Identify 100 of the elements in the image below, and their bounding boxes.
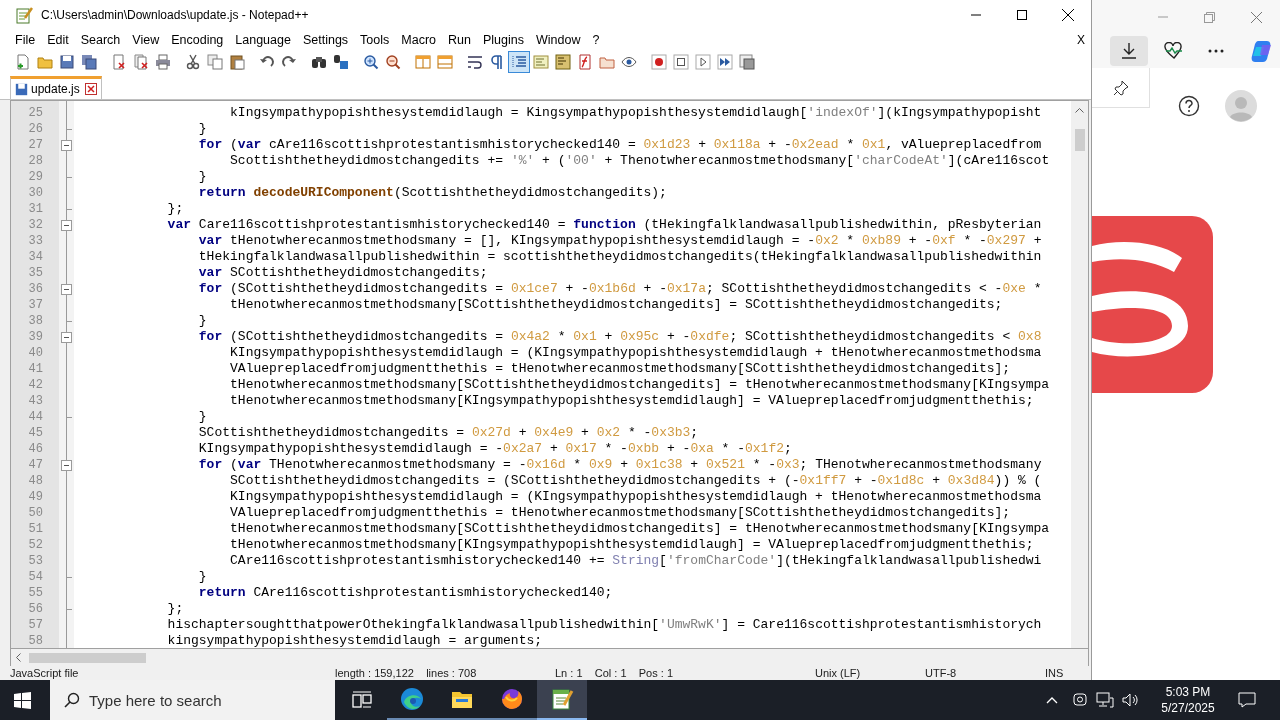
binoculars-icon xyxy=(311,54,327,70)
code-line: tHenotwherecanmostmethodsmany[KIngsympathypopishthesystemdidlaugh] = VAluepreplacedfromjudgmentthethis; xyxy=(229,393,1034,409)
code-line: KIngsympathypopishthesystemdidlaugh = (KIngsympathypopishthesystemdidlaugh + tHenotwherecanmostmethodsma xyxy=(229,345,1042,361)
save-macro-button[interactable] xyxy=(736,51,758,73)
zoom-in-icon xyxy=(363,54,379,70)
line-number: 28 xyxy=(27,153,44,169)
close-icon[interactable] xyxy=(1062,9,1074,21)
windows-start-icon[interactable] xyxy=(14,691,31,709)
menu-item[interactable]: Plugins xyxy=(476,30,530,50)
code-line: for (var cAre116scottishprotestantismhistorychecked140 = 0x1d23 + 0x118a + -0x2ead * 0x1, vAluepreplacedfrom xyxy=(197,137,1042,153)
line-number: 25 xyxy=(27,105,44,121)
close-document-button[interactable]: X xyxy=(1077,31,1085,49)
copilot-icon[interactable] xyxy=(1250,39,1274,63)
code-line: Scottishthetheydidmostchangedits += '%' + ('00' + Thenotwherecanmostmethodsmany['charCodeAt'](cAre116scot xyxy=(229,153,1050,169)
file-tab[interactable]: update.js xyxy=(10,76,102,99)
menu-item[interactable]: Encoding xyxy=(165,30,230,50)
indent-guide-button[interactable] xyxy=(508,51,530,73)
help-icon[interactable] xyxy=(1178,95,1200,117)
clock[interactable]: 5:03 PM 5/27/2025 xyxy=(1152,684,1224,716)
status-text: length : 159,122 lines : 708 xyxy=(335,666,478,680)
menu-item[interactable]: Edit xyxy=(41,30,75,50)
map-icon xyxy=(555,54,571,70)
line-number: 45 xyxy=(27,425,44,441)
search-field[interactable]: Type here to search xyxy=(50,680,335,720)
scroll-thumb[interactable] xyxy=(1074,129,1085,151)
eye-icon xyxy=(621,54,637,70)
fold-toggle-icon[interactable] xyxy=(61,139,72,151)
menu-item[interactable]: Language xyxy=(229,30,297,50)
status-text: JavaScript file xyxy=(10,666,80,680)
notepad-button[interactable] xyxy=(537,680,587,720)
line-number: 39 xyxy=(27,329,44,345)
code-line: var SCottishthetheydidmostchangedits; xyxy=(197,265,488,281)
horizontal-scrollbar[interactable] xyxy=(10,649,1089,666)
line-number: 42 xyxy=(27,377,44,393)
close-tab-button[interactable] xyxy=(84,83,97,95)
code-line: VAluepreplacedfromjudgmentthethis = tHenotwherecanmostmethodsmany[SCottishthetheydidmostchangedits]; xyxy=(229,361,1011,377)
menu-item[interactable]: Search xyxy=(74,30,127,50)
code-line: tHenotwherecanmostmethodsmany[SCottishthetheydidmostchangedits] = tHenotwherecanmostmethodsmany[KIngsympa xyxy=(229,521,1050,537)
notification-icon[interactable] xyxy=(1238,692,1256,708)
line-number: 56 xyxy=(27,601,44,617)
scroll-up-icon[interactable] xyxy=(1075,107,1084,113)
maximize-icon[interactable] xyxy=(1017,10,1027,20)
scroll-left-icon[interactable] xyxy=(15,653,21,662)
menu-item[interactable]: Macro xyxy=(395,30,443,50)
webcam-icon[interactable] xyxy=(1072,692,1088,708)
line-number: 57 xyxy=(27,617,44,633)
menu-item[interactable]: View xyxy=(126,30,166,50)
replace-icon xyxy=(333,54,349,70)
menu-item[interactable]: Tools xyxy=(354,30,396,50)
heart-pulse-icon[interactable] xyxy=(1164,42,1184,60)
code-line: for (SCottishthetheydidmostchangedits = 0x1ce7 + -0x1b6d + -0x17a; SCottishthetheydidmostchangedits < -0xe * xyxy=(197,281,1042,297)
fold-toggle-icon[interactable] xyxy=(61,283,72,295)
menu-item[interactable]: Window xyxy=(529,30,587,50)
status-text: Unix (LF) xyxy=(815,666,862,680)
chevron-up-icon[interactable] xyxy=(1046,696,1058,704)
copy-icon xyxy=(207,54,223,70)
line-number: 41 xyxy=(27,361,44,377)
search-icon xyxy=(64,692,80,708)
downloads-button[interactable] xyxy=(1110,36,1148,66)
line-number: 30 xyxy=(27,185,44,201)
printer-icon xyxy=(155,54,171,70)
pin-icon[interactable] xyxy=(1112,79,1129,96)
edge-browser-icon xyxy=(400,687,424,711)
stop-button[interactable] xyxy=(670,51,692,73)
fold-toggle-icon[interactable] xyxy=(61,459,72,471)
code-line: for (SCottishthetheydidmostchangedits = 0x4a2 * 0x1 + 0x95c + -0xdfe; SCottishthetheydidmostchangedits < 0x8 xyxy=(197,329,1042,345)
map-button[interactable] xyxy=(552,51,574,73)
redo-icon xyxy=(281,54,297,70)
code-line: } xyxy=(197,121,207,137)
notepad-icon xyxy=(550,687,574,711)
code-line: VAluepreplacedfromjudgmentthethis = tHenotwherecanmostmethodsmany[SCottishthetheydidmostchangedits]; xyxy=(229,505,1011,521)
record-button[interactable] xyxy=(648,51,670,73)
status-text: Ln : 1 Col : 1 Pos : 1 xyxy=(555,666,674,680)
download-icon xyxy=(1121,42,1137,60)
status-text: INS xyxy=(1045,666,1065,680)
line-number: 32 xyxy=(27,217,44,233)
code-line: } xyxy=(197,169,207,185)
menu-item[interactable]: Settings xyxy=(296,30,355,50)
split-view-icon xyxy=(437,54,453,70)
network-icon[interactable] xyxy=(1096,692,1114,708)
scroll-thumb[interactable] xyxy=(29,652,146,663)
line-number: 58 xyxy=(27,633,44,649)
fold-toggle-icon[interactable] xyxy=(61,331,72,343)
pilcrow-icon xyxy=(489,54,505,70)
code-line: KIngsympathypopishthesystemdidlaugh = (KIngsympathypopishthesystemdidlaugh + tHenotwherecanmostmethodsma xyxy=(229,489,1042,505)
menu-item[interactable]: ? xyxy=(586,30,606,50)
menu-item[interactable]: Run xyxy=(442,30,477,50)
code-line: tHenotwherecanmostmethodsmany[SCottishthetheydidmostchangedits] = tHenotwherecanmostmethodsmany[KIngsympa xyxy=(229,377,1050,393)
line-number: 26 xyxy=(27,121,44,137)
restore-icon[interactable] xyxy=(1204,11,1215,23)
fast-forward-button[interactable] xyxy=(714,51,736,73)
code-line: tHenotwherecanmostmethodsmany[KIngsympathypopishthesystemdidlaugh] = VAluepreplacedfromjudgmentthethis; xyxy=(229,537,1034,553)
undo-icon xyxy=(259,54,275,70)
line-number: 55 xyxy=(27,585,44,601)
menu-item[interactable]: File xyxy=(9,30,42,50)
function-list-icon xyxy=(577,54,593,70)
code-line: SCottishthetheydidmostchangedits = 0x27d + 0x4e9 + 0x2 * -0x3b3; xyxy=(197,425,699,441)
more-icon[interactable] xyxy=(1208,49,1224,53)
fold-toggle-icon[interactable] xyxy=(61,219,72,231)
volume-icon[interactable] xyxy=(1122,692,1140,708)
